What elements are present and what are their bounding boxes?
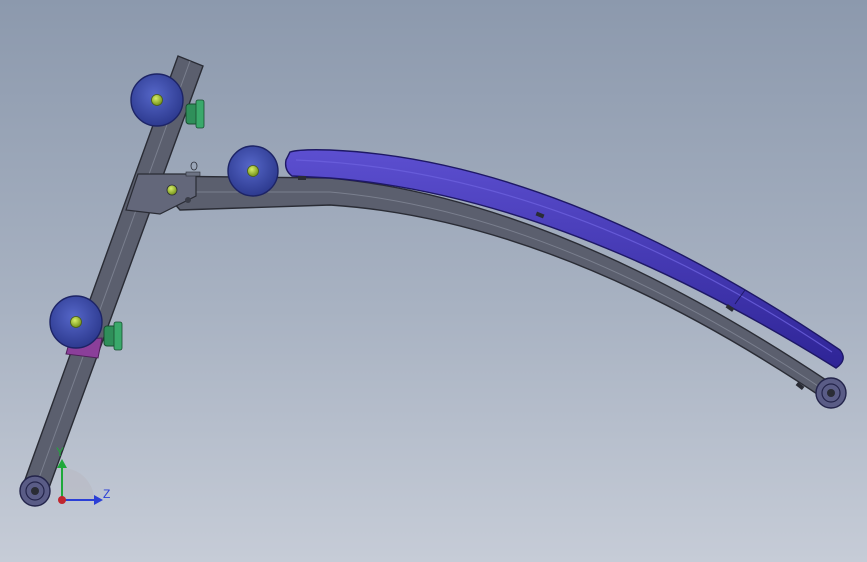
y-axis-label: Y [56, 445, 64, 459]
pin-ring-icon [190, 161, 198, 171]
seat-roller[interactable] [227, 145, 279, 197]
z-axis-label: Z [103, 487, 110, 501]
cad-viewport[interactable]: Y Z [0, 0, 867, 562]
upper-roller[interactable] [130, 73, 184, 127]
view-orientation-triad: Y Z [56, 445, 110, 505]
rear-foot-wheel [815, 377, 847, 409]
pivot-bolt-icon [166, 184, 178, 196]
lower-knob-icon[interactable] [103, 321, 123, 351]
lower-roller[interactable] [49, 295, 103, 349]
origin-dot-icon [58, 496, 66, 504]
model-canvas: Y Z [19, 55, 847, 507]
front-foot-wheel [19, 475, 51, 507]
upper-knob-icon[interactable] [185, 99, 205, 129]
front-upright-post [21, 55, 204, 497]
